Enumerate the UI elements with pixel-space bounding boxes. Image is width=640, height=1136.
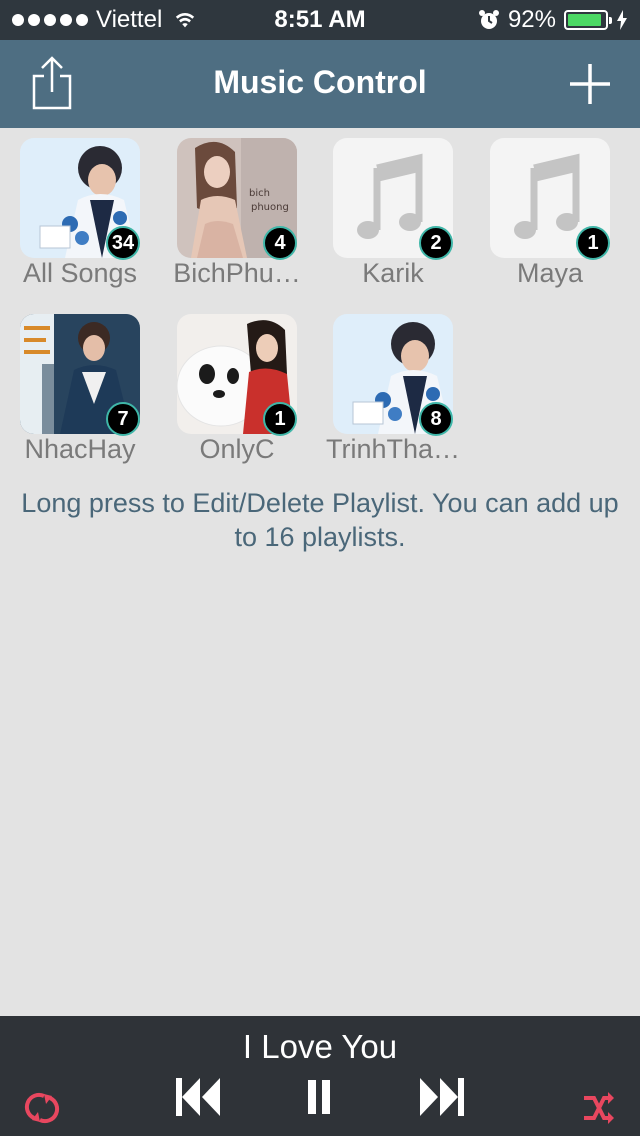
battery-icon [564,10,612,30]
playlist-tile[interactable]: 34 All Songs [0,128,156,298]
svg-text:bich: bich [249,188,270,199]
now-playing-title: I Love You [242,1028,398,1065]
pause-icon[interactable] [306,1078,332,1116]
song-count-badge: 1 [576,226,610,260]
song-count-badge: 4 [263,226,297,260]
song-count-badge: 8 [419,402,453,436]
song-count-badge: 34 [106,226,140,260]
playlist-tile[interactable]: 2 Karik [313,128,469,298]
playlist-tile[interactable]: 1 Maya [470,128,626,298]
status-right: 92% [478,6,628,34]
shuffle-icon[interactable] [580,1090,616,1126]
help-text: Long press to Edit/Delete Playlist. You … [21,488,619,552]
playlist-name: Maya [516,258,584,288]
previous-icon[interactable] [174,1076,222,1118]
playlist-name: TrinhTha… [325,434,461,464]
page-title: Music Control [213,64,427,100]
charging-icon [617,10,627,30]
playlist-tile[interactable]: bich phuong 4 BichPhu… [157,128,313,298]
plus-icon[interactable] [568,62,612,106]
playlist-tile[interactable]: 7 NhacHay [0,304,156,474]
alarm-icon [478,10,499,29]
repeat-icon[interactable] [24,1090,60,1126]
next-icon[interactable] [418,1076,466,1118]
playlist-name: Karik [362,258,424,288]
song-count-badge: 2 [419,226,453,260]
status-bar: Viettel 8:51 AM 92% [0,0,640,40]
song-count-badge: 1 [263,402,297,436]
playlist-name: OnlyC [199,434,275,464]
playlist-name: All Songs [22,258,138,288]
playlist-name: NhacHay [24,434,136,464]
player-bar: I Love You [0,1016,640,1136]
svg-text:phuong: phuong [251,202,289,213]
playlist-tile[interactable]: 8 TrinhTha… [313,304,469,474]
playlist-name: BichPhu… [173,258,301,288]
battery-percent: 92% [507,6,556,33]
navigation-bar: Music Control [0,40,640,128]
song-count-badge: 7 [106,402,140,436]
playlist-tile[interactable]: 1 OnlyC [157,304,313,474]
